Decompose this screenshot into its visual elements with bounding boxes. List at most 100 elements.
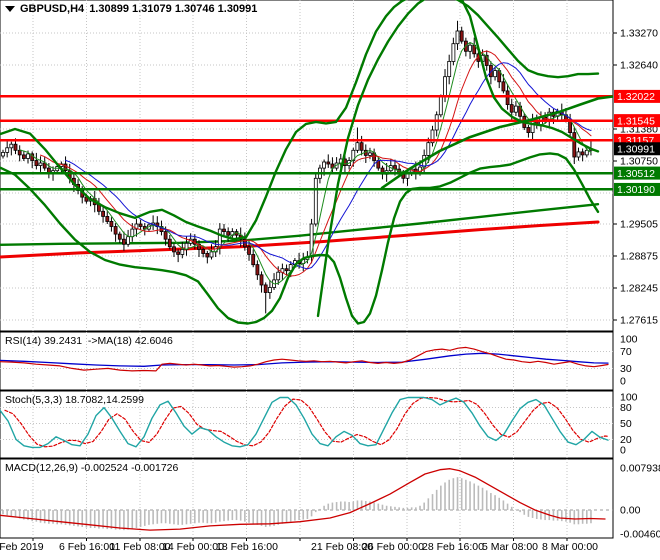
candle: [113, 226, 118, 235]
rsi-axis-label: 100: [620, 334, 638, 346]
candle: [276, 271, 281, 281]
candle: [201, 248, 206, 254]
candle: [322, 161, 327, 169]
candle: [434, 114, 439, 131]
trading-chart-window: 1.33270 1.32640 1.31380 1.30750 1.29505 1.288…: [0, 0, 660, 560]
chart-canvas[interactable]: 1.332701.326401.313801.307501.295051.288…: [0, 0, 660, 560]
candle: [451, 43, 456, 62]
candle: [101, 210, 105, 217]
candle: [1, 151, 5, 157]
price-axis-label: 1.33270: [620, 28, 658, 40]
rsi-axis-label: 70: [620, 346, 632, 358]
candle: [355, 142, 360, 151]
candle: [5, 147, 10, 153]
price-axis-label: 1.27615: [620, 315, 658, 327]
candle: [526, 127, 531, 133]
candle: [122, 238, 126, 245]
candle: [138, 223, 143, 227]
price-axis-label: 1.28245: [620, 283, 658, 295]
candle: [172, 246, 176, 253]
candle: [26, 153, 30, 159]
price-axis-label: 1.30750: [620, 156, 658, 168]
price-tag-value: 1.31545: [617, 115, 655, 127]
candle: [447, 61, 452, 78]
price-axis-label: 1.28875: [620, 251, 658, 263]
candle: [205, 252, 210, 258]
candle: [130, 228, 135, 238]
candle: [222, 228, 226, 233]
time-axis-label: 5 Mar 08:00: [482, 541, 538, 553]
price-tag-value: 1.30991: [617, 144, 655, 156]
candle: [34, 160, 39, 166]
candle: [284, 268, 289, 272]
candle: [13, 143, 18, 151]
candle: [126, 236, 130, 245]
macd-axis-label: 0.007938: [620, 462, 660, 474]
stoch-axis-label: 0: [620, 445, 626, 457]
candle: [176, 251, 181, 255]
candle: [438, 96, 443, 116]
price-axis[interactable]: 1.332701.326401.313801.307501.295051.288…: [620, 28, 660, 541]
candle: [9, 143, 14, 149]
candle: [505, 90, 510, 106]
rsi-axis-label: 30: [620, 363, 632, 375]
price-tag-value: 1.30512: [617, 168, 655, 180]
candle: [313, 177, 318, 225]
candle: [263, 284, 268, 293]
candle: [580, 151, 585, 156]
macd-axis-label: 0.00: [620, 505, 641, 517]
candle: [576, 151, 581, 158]
candle: [493, 70, 498, 78]
time-axis-label: 26 Feb 00:00: [362, 541, 424, 553]
time-axis-label: 8 Mar 00:00: [542, 541, 598, 553]
candle: [226, 231, 231, 236]
candle: [459, 30, 464, 42]
candle: [209, 251, 214, 258]
candle: [501, 81, 506, 92]
candle: [572, 132, 577, 158]
price-axis-label: 1.29505: [620, 219, 658, 231]
candle: [514, 105, 518, 113]
candle: [509, 104, 514, 113]
candle: [443, 76, 447, 98]
candle: [259, 274, 264, 286]
macd-axis-label: -0.004603: [620, 529, 660, 541]
candle: [109, 220, 114, 227]
candle: [426, 142, 431, 156]
chart-title-bar: GBPUSD,H4 1.30899 1.31079 1.30746 1.3099…: [5, 3, 257, 15]
symbol-dropdown-icon[interactable]: [5, 6, 15, 12]
price-tag-value: 1.32022: [617, 91, 655, 103]
macd-panel-header: MACD(12,26,9) -0.002524 -0.001726: [5, 462, 179, 474]
stoch-axis-label: 50: [620, 418, 632, 430]
candle: [255, 264, 260, 276]
time-axis-label: 6 Feb 16:00: [59, 541, 115, 553]
candle: [251, 254, 256, 266]
ohlc-readout: 1.30899 1.31079 1.30746 1.30991: [89, 3, 258, 15]
candle: [117, 233, 122, 240]
price-axis-label: 1.32640: [620, 60, 658, 72]
time-axis-label: 4 Feb 2019: [0, 541, 44, 553]
candle: [267, 287, 272, 293]
time-axis-label: 18 Feb 16:00: [216, 541, 278, 553]
candle: [584, 149, 589, 156]
candle: [38, 162, 43, 166]
candle: [468, 44, 472, 52]
candle: [17, 149, 22, 156]
time-axis-label: 14 Feb 00:00: [162, 541, 224, 553]
rsi-panel-header: RSI(14) 39.2431 ->MA(18) 42.6046: [5, 335, 173, 347]
candle: [105, 215, 110, 222]
candle: [167, 238, 172, 248]
candle: [163, 231, 168, 240]
stoch-panel-header: Stoch(5,3,3) 18.7082,14.2599: [5, 394, 144, 406]
candle: [359, 142, 364, 151]
candle: [247, 246, 251, 255]
main-panel-frame[interactable]: [0, 0, 614, 332]
candle: [326, 161, 331, 165]
candle: [180, 248, 185, 255]
symbol-title: GBPUSD,H4: [20, 3, 85, 15]
price-tag-value: 1.30190: [617, 184, 655, 196]
time-axis-label: 28 Feb 16:00: [422, 541, 484, 553]
stoch-axis-label: 80: [620, 402, 632, 414]
candle: [21, 154, 26, 159]
candle: [455, 30, 460, 45]
